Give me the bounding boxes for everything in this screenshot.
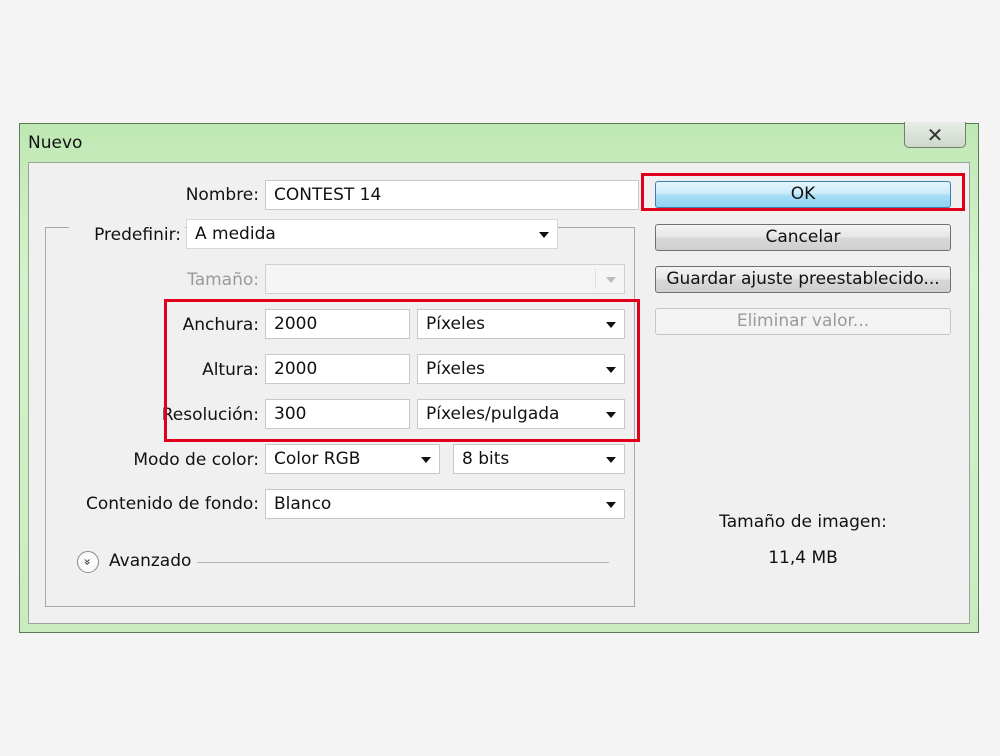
dialog-content: Nombre: CONTEST 14 Predefinir: A medida …: [28, 162, 970, 624]
nombre-input[interactable]: CONTEST 14: [265, 180, 639, 210]
title-bar[interactable]: Nuevo ✕: [20, 122, 978, 162]
close-button[interactable]: ✕: [904, 122, 966, 148]
avanzado-toggle[interactable]: »: [77, 551, 99, 573]
avanzado-divider: [197, 562, 609, 563]
modo-color-dropdown[interactable]: Color RGB: [265, 444, 440, 474]
predefinir-label: Predefinir:: [69, 225, 185, 245]
image-size-value: 11,4 MB: [768, 548, 838, 568]
guardar-ajuste-button[interactable]: Guardar ajuste preestablecido...: [655, 266, 951, 293]
chevron-down-icon: [606, 502, 616, 508]
modo-color-value: Color RGB: [274, 449, 361, 469]
cancelar-button[interactable]: Cancelar: [655, 224, 951, 251]
dialog-title: Nuevo: [28, 133, 83, 153]
bits-value: 8 bits: [462, 449, 510, 469]
nombre-label: Nombre:: [185, 185, 259, 205]
tamano-label: Tamaño:: [187, 270, 259, 290]
chevron-down-icon: [606, 457, 616, 463]
image-size-label: Tamaño de imagen:: [719, 512, 887, 532]
close-icon: ✕: [926, 122, 944, 147]
double-chevron-down-icon: »: [81, 558, 95, 566]
contenido-fondo-value: Blanco: [274, 494, 332, 514]
ok-button-highlight: [641, 173, 965, 211]
contenido-fondo-dropdown[interactable]: Blanco: [265, 489, 625, 519]
new-document-dialog: Nuevo ✕ Nombre: CONTEST 14 Predefinir: A…: [19, 122, 979, 633]
contenido-fondo-label: Contenido de fondo:: [86, 494, 259, 514]
chevron-down-icon: [421, 457, 431, 463]
tamano-dropdown[interactable]: [265, 264, 625, 294]
chevron-down-icon: [606, 277, 616, 283]
size-fields-highlight: [164, 299, 640, 442]
chevron-down-icon: [539, 232, 549, 238]
dropdown-separator: [595, 269, 596, 289]
eliminar-valor-button[interactable]: Eliminar valor...: [655, 308, 951, 335]
bits-dropdown[interactable]: 8 bits: [453, 444, 625, 474]
nombre-value: CONTEST 14: [274, 185, 382, 205]
avanzado-label[interactable]: Avanzado: [109, 551, 191, 571]
modo-color-label: Modo de color:: [133, 450, 259, 470]
predefinir-value: A medida: [195, 224, 276, 244]
predefinir-dropdown[interactable]: A medida: [186, 219, 558, 249]
